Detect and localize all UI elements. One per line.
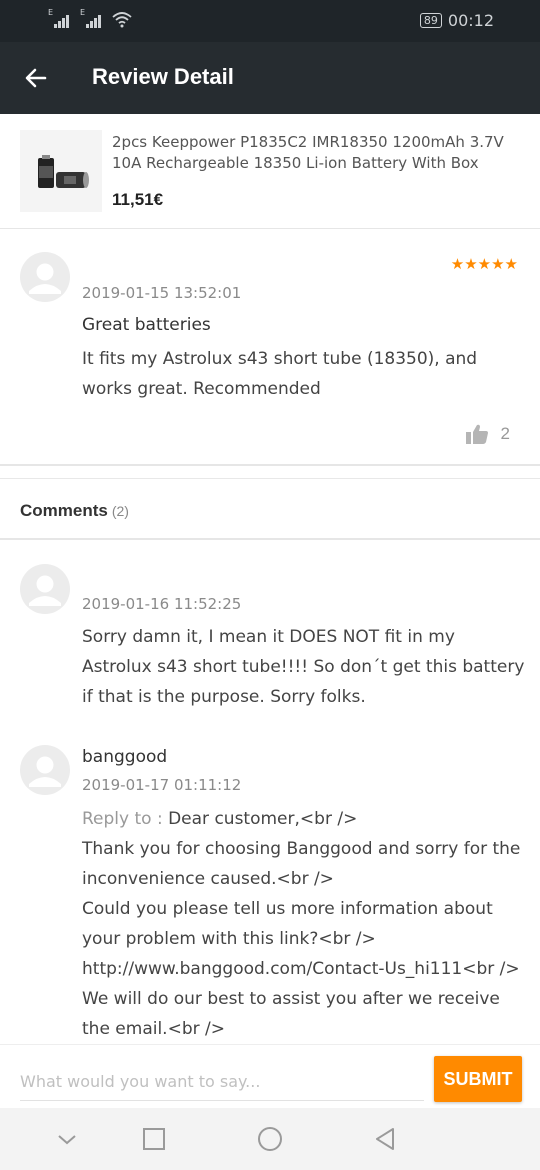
system-nav-bar — [0, 1108, 540, 1170]
product-price: 11,51€ — [112, 190, 164, 209]
thumbs-up-icon — [465, 424, 488, 444]
chevron-down-icon — [58, 1135, 76, 1145]
submit-button[interactable]: SUBMIT — [434, 1056, 522, 1102]
user-icon — [29, 575, 61, 606]
product-name: 2pcs Keeppower P1835C2 IMR18350 1200mAh … — [112, 133, 504, 172]
battery-product-icon — [38, 155, 89, 188]
comment-text: Sorry damn it, I mean it DOES NOT fit in… — [82, 627, 525, 707]
signal-icon: E — [80, 8, 104, 28]
status-clock: 00:12 — [447, 11, 494, 30]
page-title: Review Detail — [92, 64, 234, 89]
reply-line: Could you please tell us more informatio… — [82, 899, 493, 949]
reply-line: Thank you for choosing Banggood and sorr… — [82, 839, 521, 889]
app-bar: Review Detail — [0, 42, 540, 114]
back-triangle-icon — [376, 1128, 394, 1150]
wifi-icon — [112, 12, 132, 28]
status-icons-left: E E — [48, 8, 132, 28]
reply-text: Reply to : Dear customer,<br /> Thank yo… — [82, 804, 527, 1044]
chevron-down-button[interactable] — [52, 1124, 82, 1154]
network-type-label: E — [80, 8, 86, 17]
comment-date: 2019-01-17 01:11:12 — [82, 776, 242, 794]
status-bar: E E 89 00:12 — [0, 0, 540, 42]
home-button[interactable] — [255, 1124, 285, 1154]
back-button[interactable] — [16, 58, 56, 98]
signal-icon: E — [48, 8, 72, 28]
battery-icon: 89 — [419, 13, 442, 28]
review-date: 2019-01-15 13:52:01 — [82, 284, 242, 302]
arrow-left-icon — [25, 68, 47, 88]
comment-username: banggood — [82, 747, 168, 767]
user-icon — [29, 756, 61, 787]
comments-title: Comments (2) — [20, 501, 129, 521]
comment-date: 2019-01-16 11:52:25 — [82, 595, 242, 613]
recents-square-icon — [143, 1128, 165, 1150]
status-icons-right: 89 00:12 — [419, 11, 494, 30]
reply-line: http://www.banggood.com/Contact-Us_hi111… — [82, 959, 520, 979]
comments-label: Comments — [20, 501, 108, 520]
system-back-button[interactable] — [370, 1124, 400, 1154]
review-title: Great batteries — [82, 315, 211, 335]
home-circle-icon — [258, 1127, 282, 1151]
product-card[interactable]: 2pcs Keeppower P1835C2 IMR18350 1200mAh … — [0, 114, 540, 229]
recents-button[interactable] — [139, 1124, 169, 1154]
avatar — [20, 564, 70, 614]
comment-input-bar: SUBMIT — [0, 1044, 540, 1108]
comment-input[interactable] — [20, 1063, 424, 1101]
rating-stars: ★★★★★ — [450, 256, 518, 273]
reply-prefix: Reply to : — [82, 809, 169, 829]
review-body: It fits my Astrolux s43 short tube (1835… — [82, 349, 478, 399]
product-image — [20, 130, 102, 212]
user-icon — [29, 263, 61, 294]
comments-count: (2) — [111, 503, 129, 519]
like-count: 2 — [500, 424, 510, 443]
reply-line: Dear customer,<br /> — [168, 809, 358, 829]
comments-header: Comments (2) — [0, 478, 540, 540]
reply-line: We will do our best to assist you after … — [82, 989, 500, 1039]
network-type-label: E — [48, 8, 54, 17]
review-card: ★★★★★ 2019-01-15 13:52:01 Great batterie… — [0, 229, 540, 466]
avatar — [20, 252, 70, 302]
like-button[interactable]: 2 — [465, 423, 510, 445]
avatar — [20, 745, 70, 795]
